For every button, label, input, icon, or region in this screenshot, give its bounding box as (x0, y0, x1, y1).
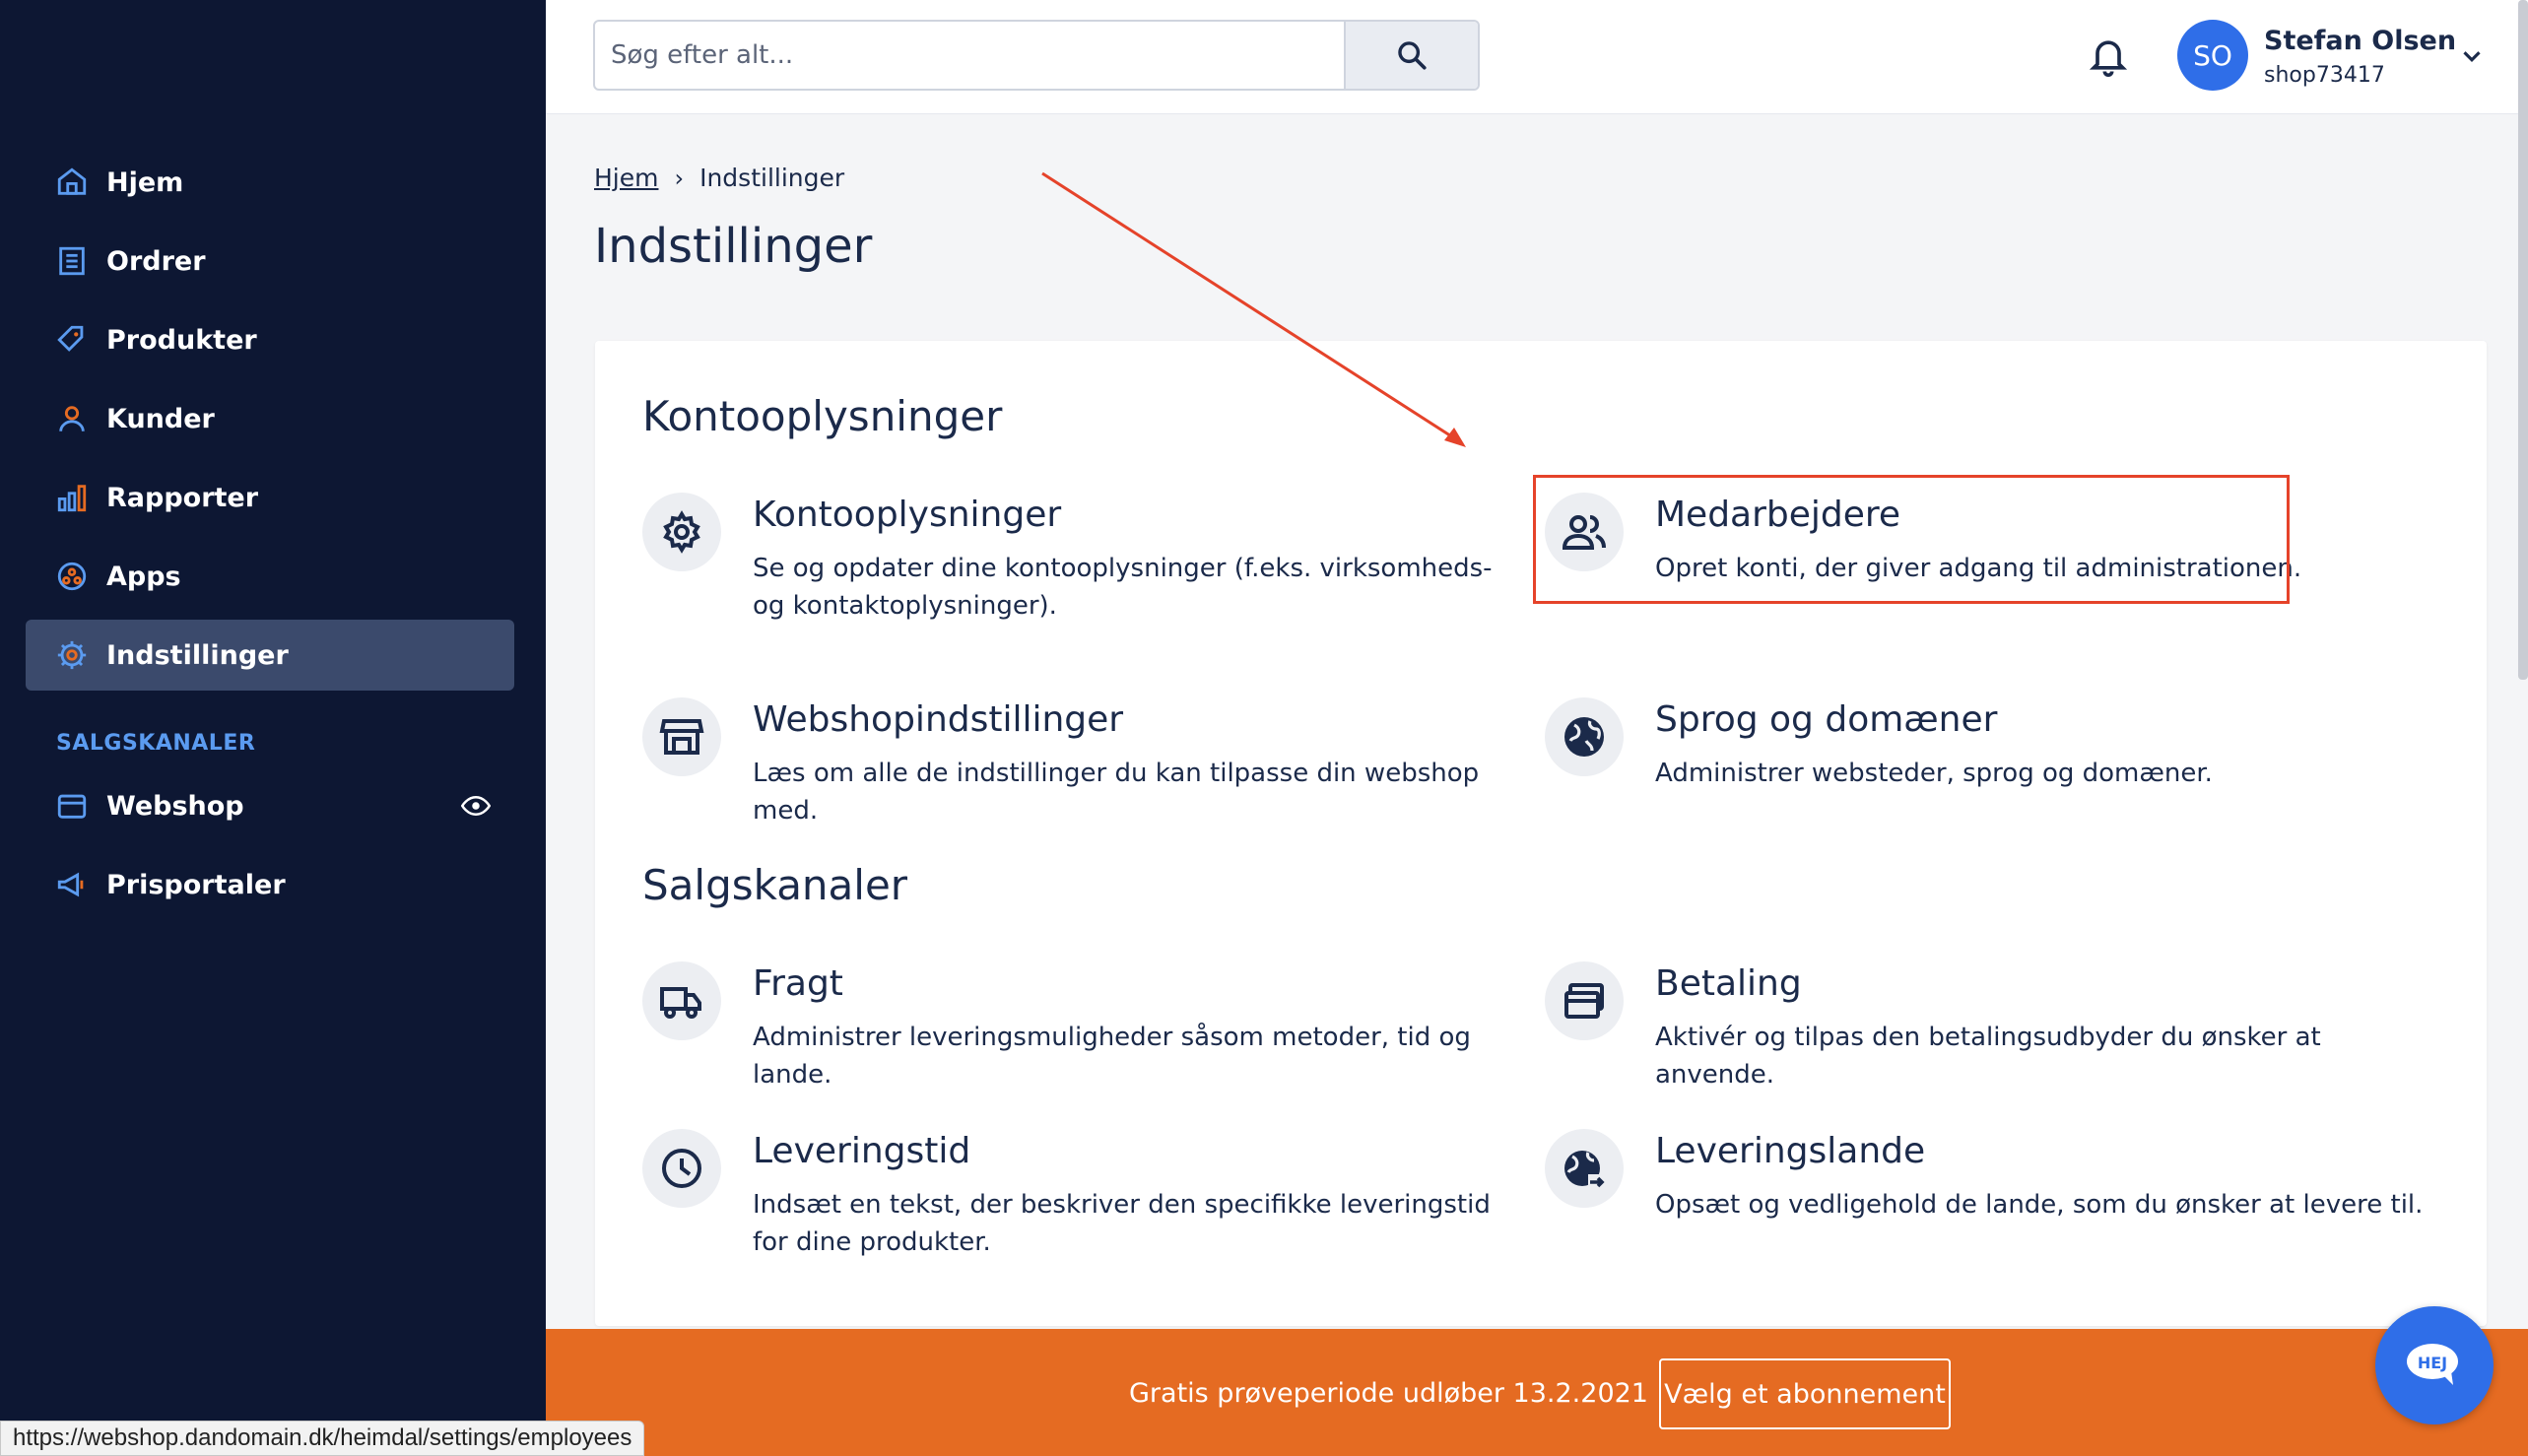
status-url: https://webshop.dandomain.dk/heimdal/set… (0, 1421, 645, 1456)
sidebar-item-label: Webshop (106, 790, 244, 822)
highlight-box (1533, 475, 2290, 604)
clock-icon (642, 1129, 721, 1208)
globe-arrow-icon (1545, 1129, 1624, 1208)
section-title-salgskanaler: Salgskanaler (642, 861, 908, 909)
page-title: Indstillinger (594, 219, 873, 274)
setting-desc: Administrer leveringsmuligheder såsom me… (753, 1023, 1471, 1090)
section-title-kontooplysninger: Kontooplysninger (642, 392, 1003, 440)
search-button[interactable] (1344, 22, 1478, 89)
sidebar-item-label: Produkter (106, 324, 257, 356)
trial-text: Gratis prøveperiode udløber 13.2.2021 (1129, 1378, 1648, 1409)
trial-banner: Gratis prøveperiode udløber 13.2.2021 Væ… (546, 1329, 2528, 1456)
home-icon (55, 165, 89, 199)
sidebar-item-indstillinger[interactable]: Indstillinger (26, 620, 514, 691)
setting-desc: Aktivér og tilpas den betalingsudbyder d… (1655, 1023, 2321, 1090)
apps-icon (55, 560, 89, 593)
sidebar-item-hjem[interactable]: Hjem (26, 147, 514, 218)
setting-title[interactable]: Sprog og domæner (1655, 699, 1997, 740)
store-icon (642, 697, 721, 776)
chat-bubble-icon: HEJ (2407, 1344, 2458, 1385)
setting-title[interactable]: Kontooplysninger (753, 495, 1061, 535)
user-name[interactable]: Stefan Olsen (2264, 26, 2456, 56)
breadcrumb-current: Indstillinger (699, 164, 845, 192)
sidebar-item-label: Indstillinger (106, 639, 289, 671)
sidebar-item-label: Prisportaler (106, 869, 286, 900)
chevron-right-icon: › (674, 164, 685, 192)
chevron-down-icon[interactable] (2457, 41, 2487, 71)
bar-chart-icon (55, 481, 89, 514)
setting-title[interactable]: Webshopindstillinger (753, 699, 1123, 740)
setting-desc: Administrer websteder, sprog og domæner. (1655, 759, 2213, 788)
setting-desc: Opsæt og vedligehold de lande, som du øn… (1655, 1190, 2424, 1220)
globe-icon (1545, 697, 1624, 776)
setting-title[interactable]: Leveringstid (753, 1131, 970, 1171)
chat-button[interactable]: HEJ (2375, 1306, 2494, 1424)
sidebar-section-label: SALGSKANALER (56, 731, 256, 756)
gear-icon (642, 493, 721, 571)
sidebar: Hjem Ordrer Produkter Kunder Rapporter A… (0, 0, 546, 1456)
choose-subscription-button[interactable]: Vælg et abonnement (1659, 1358, 1951, 1429)
sidebar-item-apps[interactable]: Apps (26, 541, 514, 612)
sidebar-item-rapporter[interactable]: Rapporter (26, 462, 514, 533)
sidebar-item-label: Ordrer (106, 245, 206, 277)
breadcrumb-home-link[interactable]: Hjem (594, 164, 658, 192)
bell-icon[interactable] (2087, 33, 2130, 77)
chat-label: HEJ (2418, 1354, 2447, 1372)
sidebar-item-kunder[interactable]: Kunder (26, 383, 514, 454)
setting-desc: Se og opdater dine kontooplysninger (f.e… (753, 554, 1493, 621)
topbar: SO Stefan Olsen shop73417 (546, 0, 2528, 680)
search-box (593, 20, 1480, 91)
sidebar-item-label: Kunder (106, 403, 215, 434)
setting-desc: Læs om alle de indstillinger du kan tilp… (753, 759, 1480, 826)
avatar[interactable]: SO (2177, 20, 2248, 91)
sidebar-item-webshop[interactable]: Webshop (26, 770, 514, 841)
scrollbar[interactable] (2518, 0, 2528, 680)
storefront-icon (55, 789, 89, 823)
sidebar-item-prisportaler[interactable]: Prisportaler (26, 849, 514, 920)
megaphone-icon (55, 868, 89, 901)
tag-icon (55, 323, 89, 357)
gear-icon (55, 638, 89, 672)
orders-icon (55, 244, 89, 278)
setting-title[interactable]: Betaling (1655, 963, 1802, 1004)
user-icon (55, 402, 89, 435)
setting-title[interactable]: Fragt (753, 963, 843, 1004)
sidebar-item-produkter[interactable]: Produkter (26, 304, 514, 375)
user-shop: shop73417 (2264, 63, 2385, 88)
search-input[interactable] (595, 22, 1344, 89)
sidebar-item-ordrer[interactable]: Ordrer (26, 226, 514, 297)
credit-card-icon (1545, 961, 1624, 1040)
truck-icon (642, 961, 721, 1040)
sidebar-item-label: Apps (106, 561, 181, 592)
breadcrumb: Hjem › Indstillinger (594, 164, 844, 192)
setting-desc: Indsæt en tekst, der beskriver den speci… (753, 1190, 1491, 1257)
search-icon (1398, 41, 1427, 70)
setting-title[interactable]: Leveringslande (1655, 1131, 1925, 1171)
sidebar-item-label: Rapporter (106, 482, 259, 513)
eye-icon[interactable] (461, 791, 491, 821)
sidebar-item-label: Hjem (106, 166, 184, 198)
